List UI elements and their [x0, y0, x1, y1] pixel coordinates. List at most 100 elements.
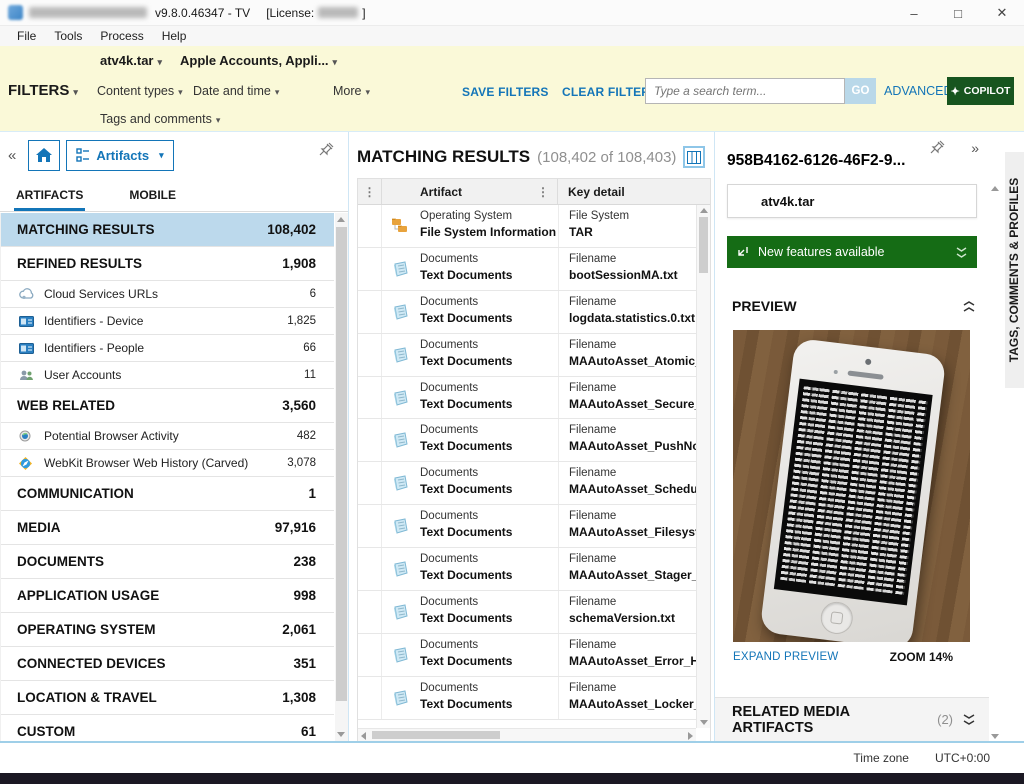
- iphone-photo: [760, 338, 947, 642]
- title-bar: v9.8.0.46347 - TV [License: ] – □ ✕: [0, 0, 1024, 26]
- clear-filters-button[interactable]: CLEAR FILTERS: [562, 85, 658, 99]
- artifact-filter-dropdown[interactable]: Apple Accounts, Appli...▾: [180, 53, 337, 68]
- go-button[interactable]: GO: [845, 78, 876, 104]
- status-bar: Time zone UTC+0:00: [0, 743, 1024, 773]
- id-card-icon: [19, 314, 36, 328]
- copilot-button[interactable]: ✦ COPILOT: [947, 77, 1014, 105]
- sidebar-item-cloud-services-urls[interactable]: Cloud Services URLs 6: [1, 281, 334, 308]
- table-row[interactable]: DocumentsText Documents FilenameMAAutoAs…: [358, 334, 696, 377]
- table-row[interactable]: DocumentsText Documents FilenamebootSess…: [358, 248, 696, 291]
- sidebar-item-application-usage[interactable]: APPLICATION USAGE 998: [1, 579, 334, 613]
- maximize-button[interactable]: □: [936, 0, 980, 26]
- table-row[interactable]: DocumentsText Documents FilenameMAAutoAs…: [358, 419, 696, 462]
- row-menu-header[interactable]: ⋮: [358, 179, 382, 204]
- zoom-level[interactable]: ZOOM 14%: [890, 650, 953, 664]
- minimize-button[interactable]: –: [892, 0, 936, 26]
- preview-section: PREVIEW EXPAND PREVIEW ZOOM 14%: [715, 284, 989, 645]
- new-features-banner[interactable]: New features available: [727, 236, 977, 268]
- save-filters-button[interactable]: SAVE FILTERS: [462, 85, 549, 99]
- text-document-icon: [382, 634, 418, 676]
- column-picker-button[interactable]: [683, 146, 705, 168]
- side-rail: TAGS, COMMENTS & PROFILES: [1005, 132, 1024, 741]
- expand-preview-link[interactable]: EXPAND PREVIEW: [733, 651, 890, 663]
- users-icon: [19, 368, 36, 382]
- search-input[interactable]: [645, 78, 845, 104]
- table-vertical-scrollbar[interactable]: [696, 205, 710, 728]
- table-horizontal-scrollbar[interactable]: [358, 728, 696, 741]
- filters-dropdown[interactable]: FILTERS▾: [8, 82, 78, 99]
- sidebar-item-media[interactable]: MEDIA 97,916: [1, 511, 334, 545]
- tab-mobile[interactable]: MOBILE: [127, 180, 178, 211]
- evidence-dropdown[interactable]: atv4k.tar▾: [100, 53, 162, 68]
- menu-tools[interactable]: Tools: [45, 29, 91, 43]
- sidebar-item-connected-devices[interactable]: CONNECTED DEVICES 351: [1, 647, 334, 681]
- sidebar-item-web-related[interactable]: WEB RELATED 3,560: [1, 389, 334, 423]
- home-icon: [35, 147, 53, 163]
- more-dropdown[interactable]: More▾: [333, 84, 370, 98]
- table-row[interactable]: DocumentsText Documents Filenamelogdata.…: [358, 291, 696, 334]
- details-scrollbar[interactable]: [989, 184, 1001, 741]
- preview-image: [733, 330, 970, 642]
- sidebar-item-matching-results[interactable]: MATCHING RESULTS 108,402: [1, 213, 334, 247]
- collapse-panel-icon[interactable]: «: [8, 147, 16, 164]
- sidebar-item-location-travel[interactable]: LOCATION & TRAVEL 1,308: [1, 681, 334, 715]
- menu-help[interactable]: Help: [153, 29, 196, 43]
- sidebar-item-operating-system[interactable]: OPERATING SYSTEM 2,061: [1, 613, 334, 647]
- text-document-icon: [382, 248, 418, 290]
- caret-down-icon: ▾: [73, 87, 78, 97]
- id-card-icon: [19, 341, 36, 355]
- related-media-section[interactable]: RELATED MEDIA ARTIFACTS (2): [715, 697, 989, 741]
- table-row[interactable]: DocumentsText Documents FilenameMAAutoAs…: [358, 677, 696, 720]
- table-row[interactable]: DocumentsText Documents FilenameMAAutoAs…: [358, 634, 696, 677]
- home-button[interactable]: [28, 140, 60, 171]
- sidebar-item-identifiers-people[interactable]: Identifiers - People 66: [1, 335, 334, 362]
- chevron-double-up-icon[interactable]: [963, 301, 975, 312]
- caret-down-icon: ▾: [157, 57, 162, 67]
- sidebar-item-webkit-history[interactable]: WebKit Browser Web History (Carved) 3,07…: [1, 450, 334, 477]
- artifacts-view-dropdown[interactable]: Artifacts ▾: [66, 140, 173, 171]
- text-document-icon: [382, 548, 418, 590]
- collapse-panel-right-icon[interactable]: »: [971, 140, 979, 156]
- license-suffix: ]: [362, 6, 365, 20]
- close-button[interactable]: ✕: [980, 0, 1024, 26]
- caret-down-icon: ▾: [333, 57, 338, 67]
- text-document-icon: [382, 677, 418, 719]
- table-row[interactable]: DocumentsText Documents FilenameMAAutoAs…: [358, 548, 696, 591]
- tags-comments-profiles-tab[interactable]: TAGS, COMMENTS & PROFILES: [1005, 152, 1024, 388]
- pin-panel-icon[interactable]: [319, 142, 334, 157]
- table-body: Operating SystemFile System Information …: [358, 205, 696, 728]
- sidebar-item-potential-browser-activity[interactable]: Potential Browser Activity 482: [1, 423, 334, 450]
- bottom-edge: [0, 773, 1024, 784]
- preview-title: PREVIEW: [732, 298, 963, 314]
- results-count: (108,402 of 108,403): [537, 149, 676, 166]
- source-evidence-box[interactable]: atv4k.tar: [727, 184, 977, 218]
- column-key-detail[interactable]: Key detail: [558, 179, 696, 204]
- sidebar-scrollbar[interactable]: [335, 213, 348, 741]
- content-area: « Artifacts ▾: [0, 132, 1024, 743]
- column-artifact[interactable]: Artifact ⋮: [382, 179, 558, 204]
- tags-and-comments-dropdown[interactable]: Tags and comments▾: [100, 112, 220, 126]
- table-row[interactable]: DocumentsText Documents FilenameMAAutoAs…: [358, 505, 696, 548]
- menu-file[interactable]: File: [8, 29, 45, 43]
- pin-panel-icon[interactable]: [930, 140, 945, 155]
- tab-artifacts[interactable]: ARTIFACTS: [14, 180, 85, 211]
- date-and-time-dropdown[interactable]: Date and time▾: [193, 84, 279, 98]
- sidebar-item-user-accounts[interactable]: User Accounts 11: [1, 362, 334, 389]
- sidebar-item-refined-results[interactable]: REFINED RESULTS 1,908: [1, 247, 334, 281]
- results-title: MATCHING RESULTS: [357, 147, 530, 167]
- sidebar-item-identifiers-device[interactable]: Identifiers - Device 1,825: [1, 308, 334, 335]
- advanced-link[interactable]: ADVANCED: [884, 84, 953, 98]
- table-row[interactable]: DocumentsText Documents FilenameMAAutoAs…: [358, 377, 696, 420]
- menu-process[interactable]: Process: [91, 29, 152, 43]
- content-types-dropdown[interactable]: Content types▾: [97, 84, 183, 98]
- table-row[interactable]: DocumentsText Documents FilenameschemaVe…: [358, 591, 696, 634]
- table-row[interactable]: DocumentsText Documents FilenameMAAutoAs…: [358, 462, 696, 505]
- list-icon: [76, 148, 90, 162]
- timezone-value: UTC+0:00: [935, 751, 990, 765]
- timezone-label: Time zone: [853, 751, 909, 765]
- sidebar-item-custom[interactable]: CUSTOM 61: [1, 715, 334, 741]
- sidebar-item-communication[interactable]: COMMUNICATION 1: [1, 477, 334, 511]
- sidebar-item-documents[interactable]: DOCUMENTS 238: [1, 545, 334, 579]
- navigation-panel: « Artifacts ▾: [0, 132, 349, 741]
- table-row[interactable]: Operating SystemFile System Information …: [358, 205, 696, 248]
